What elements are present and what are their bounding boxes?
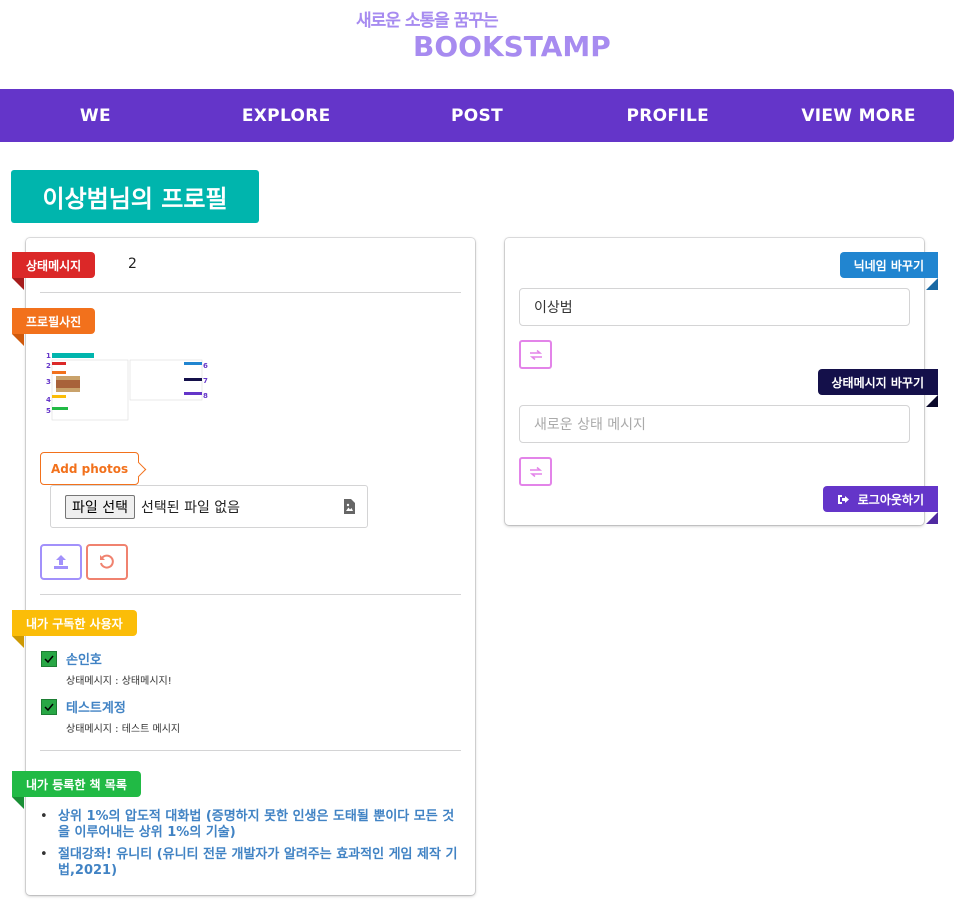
check-icon [41,699,57,715]
logout-button[interactable]: 로그아웃하기 [822,486,939,524]
nav-item-post[interactable]: POST [382,89,573,142]
change-nickname-ribbon: 닉네임 바꾸기 [839,252,939,290]
subscribed-users-ribbon: 내가 구독한 사용자 [11,610,137,648]
svg-text:5: 5 [46,407,51,415]
add-photos-label: Add photos [40,452,140,485]
page-title: 이상범님의 프로필 [11,170,259,223]
brand-logo[interactable]: BOOKSTAMP [413,30,611,63]
status-message-ribbon: 상태메시지 [12,252,96,290]
book-list-item[interactable]: 상위 1%의 압도적 대화법 (증명하지 못한 인생은 도태될 뿐이다 모든 것… [40,809,460,841]
change-status-button[interactable] [519,457,552,486]
svg-text:6: 6 [203,362,208,370]
book-list: 상위 1%의 압도적 대화법 (증명하지 못한 인생은 도태될 뿐이다 모든 것… [40,809,460,885]
svg-text:1: 1 [46,352,51,360]
svg-text:3: 3 [46,378,51,386]
profile-photo-ribbon: 프로필사진 [12,308,96,346]
file-input[interactable]: 파일 선택 선택된 파일 없음 [50,485,368,528]
user-name[interactable]: 손인호 [66,649,102,668]
file-select-button[interactable]: 파일 선택 [65,494,135,519]
sign-out-icon [837,494,849,504]
nav-item-we[interactable]: WE [0,89,191,142]
divider [40,594,461,595]
file-image-icon [344,499,355,514]
upload-button[interactable] [40,544,82,580]
my-books-ribbon: 내가 등록한 책 목록 [12,771,141,809]
file-status-text: 선택된 파일 없음 [140,499,241,516]
svg-text:7: 7 [203,377,208,385]
reset-button[interactable] [86,544,128,580]
user-status: 상태메시지 : 테스트 메시지 [66,724,181,735]
nickname-input[interactable]: 이상범 [519,288,910,326]
user-name[interactable]: 테스트계정 [66,697,126,716]
divider [40,750,461,751]
undo-icon [100,554,114,569]
svg-text:8: 8 [203,392,208,400]
main-nav: WE EXPLORE POST PROFILE VIEW MORE [0,89,954,142]
status-message-input[interactable]: 새로운 상태 메시지 [519,405,910,443]
svg-text:4: 4 [46,396,51,404]
status-message-value: 2 [128,256,137,272]
exchange-icon [529,349,542,360]
logout-label: 로그아웃하기 [857,492,924,507]
exchange-icon [529,466,542,477]
profile-photo-image: 1 2 3 4 5 6 7 8 [42,350,210,424]
svg-text:2: 2 [46,362,51,370]
user-status: 상태메시지 : 상태메시지! [66,676,172,687]
change-status-ribbon: 상태메시지 바꾸기 [817,369,938,407]
book-list-item[interactable]: 절대강좌! 유니티 (유니티 전문 개발자가 알려주는 효과적인 게임 제작 기… [40,847,460,879]
brand-tagline: 새로운 소통을 꿈꾸는 [356,11,499,31]
profile-settings-card: 닉네임 바꾸기 이상범 상태메시지 바꾸기 새로운 상태 메시지 로그아웃하기 [505,238,939,525]
divider [40,292,461,293]
profile-info-card: 상태메시지 2 프로필사진 1 2 3 4 5 6 7 8 Add photos… [11,238,475,895]
change-nickname-button[interactable] [519,340,552,369]
nav-item-explore[interactable]: EXPLORE [191,89,382,142]
check-icon [41,651,57,667]
upload-icon [54,555,68,569]
nav-item-view-more[interactable]: VIEW MORE [763,89,954,142]
nav-item-profile[interactable]: PROFILE [572,89,763,142]
